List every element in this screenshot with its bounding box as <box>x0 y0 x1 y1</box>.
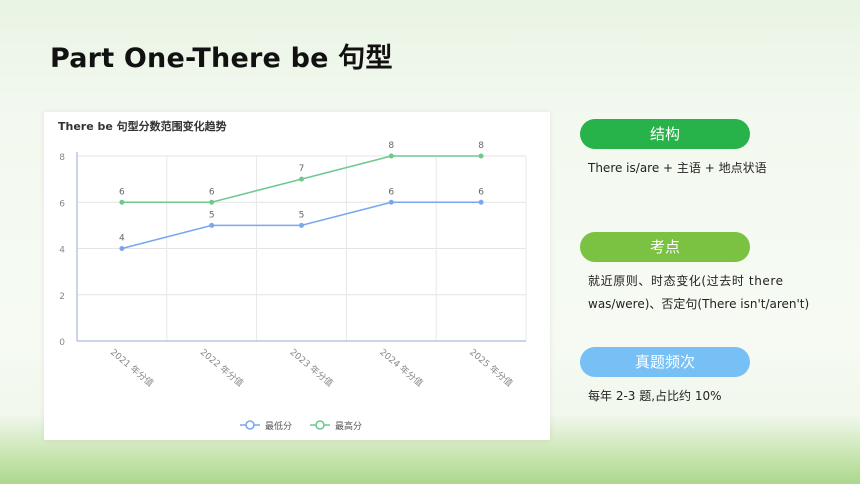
data-label: 6 <box>478 187 484 197</box>
legend-marker <box>245 420 255 430</box>
data-label: 7 <box>299 164 305 174</box>
x-tick-label: 2025 年分值 <box>467 346 515 389</box>
data-point <box>209 222 215 228</box>
data-point <box>388 199 394 205</box>
y-tick-label: 6 <box>59 199 65 209</box>
data-point <box>299 176 304 182</box>
x-tick-label: 2023 年分值 <box>288 346 336 389</box>
data-point <box>299 222 304 228</box>
data-label: 6 <box>209 187 215 197</box>
y-tick-label: 0 <box>59 338 65 348</box>
line-chart: There be 句型分数范围变化趋势 0 2 4 6 8 2021 年分值 2022 年分值… <box>44 112 550 440</box>
data-point <box>388 153 394 159</box>
data-label: 8 <box>478 141 484 151</box>
data-point <box>478 199 484 205</box>
data-label: 5 <box>209 210 215 220</box>
page-title: Part One-There be 句型 <box>50 43 393 74</box>
data-point <box>478 153 484 159</box>
legend-label: 最高分 <box>335 420 362 432</box>
data-label: 5 <box>299 210 305 220</box>
chart-svg: There be 句型分数范围变化趋势 0 2 4 6 8 2021 年分值 2022 年分值… <box>58 119 527 432</box>
key-points-label: 考点 <box>580 232 750 262</box>
chart-title: There be 句型分数范围变化趋势 <box>58 119 227 133</box>
frequency-text: 每年 2-3 题,占比约 10% <box>588 389 722 403</box>
legend-label: 最低分 <box>265 420 292 432</box>
legend-marker <box>315 420 325 430</box>
data-point <box>209 199 215 205</box>
y-tick-label: 8 <box>59 153 65 163</box>
data-point <box>119 246 125 251</box>
key-points-text: 就近原则、时态变化(过去时 there was/were)、否定句(There … <box>588 270 828 316</box>
data-label: 8 <box>388 141 394 151</box>
y-tick-label: 2 <box>59 292 65 302</box>
structure-label: 结构 <box>580 119 750 149</box>
x-tick-label: 2022 年分值 <box>198 346 246 389</box>
key-points-line-2: was/were)、否定句(There isn't/aren't) <box>588 297 810 311</box>
data-label: 6 <box>119 187 125 197</box>
x-tick-label: 2024 年分值 <box>377 346 425 389</box>
data-point <box>119 199 125 205</box>
x-tick-label: 2021 年分值 <box>108 346 156 389</box>
frequency-label: 真题频次 <box>580 347 750 377</box>
data-label: 6 <box>388 187 394 197</box>
key-points-line-1: 就近原则、时态变化(过去时 there <box>588 274 784 288</box>
structure-text: There is/are + 主语 + 地点状语 <box>588 161 767 175</box>
y-tick-label: 4 <box>59 246 65 256</box>
data-label: 4 <box>119 234 125 244</box>
